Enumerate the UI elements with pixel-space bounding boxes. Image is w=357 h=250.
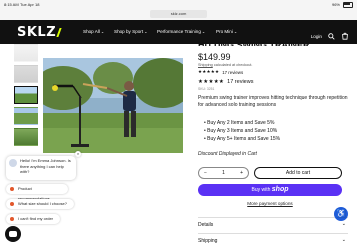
product-thumbnail[interactable] [14,128,38,146]
login-link[interactable]: Login [311,34,322,39]
chevron-down-icon: ⌄ [341,237,346,243]
accessibility-icon[interactable]: ♿ [334,207,348,221]
shipping-note: Shipping calculated at checkout. [198,63,252,67]
browser-url-bar[interactable]: sklz.com [0,9,357,20]
cart-icon[interactable] [341,27,349,45]
product-thumbnail[interactable] [14,65,38,83]
battery-level: 96% [331,2,340,8]
product-description: Premium swing trainer improves hitting t… [198,95,348,108]
shipping-suffix: calculated at checkout. [213,63,253,67]
discount-item: Buy Any 5+ Items and Save 15% [204,135,280,143]
url-field[interactable]: sklz.com [150,10,207,18]
logo-text: SKLZ [17,25,57,40]
more-payment-options-link[interactable]: More payment options [198,201,342,206]
nav-shop-all[interactable]: Shop All⌄ [83,29,104,34]
rating-summary[interactable]: ★★★★★ 17 reviews [198,79,253,85]
nav-shop-all-label: Shop All [83,29,100,34]
battery-icon [343,2,353,8]
avatar [9,159,17,167]
chat-option[interactable]: What size should I choose? [6,199,74,209]
product-sku: SKU: 3251 [198,87,215,91]
add-to-cart-button[interactable]: Add to cart [254,167,342,179]
product-price: $149.99 [198,52,231,62]
chat-greeting-text: Hello! I'm Emma Johnson. Is there anythi… [20,158,71,174]
nav-performance-training-label: Performance Training [157,29,201,34]
option-dot-icon [10,202,14,206]
chevron-down-icon: ⌄ [341,221,346,227]
chevron-down-icon: ⌄ [100,29,105,34]
chevron-down-icon: ⌄ [233,29,238,34]
buy-with-label: Buy with [251,187,271,193]
buy-with-shop-button[interactable]: Buy with shop [198,184,342,196]
quantity-stepper[interactable]: − 1 + [198,167,249,179]
product-photo [43,58,183,153]
status-time: 8:15 AM [4,2,19,7]
chat-greeting: Hello! I'm Emma Johnson. Is there anythi… [6,156,76,180]
product-main-image[interactable] [43,58,183,153]
logo-mark-icon [56,28,69,37]
nav-shop-by-sport[interactable]: Shop by Sport⌄ [114,29,147,34]
shipping-link[interactable]: Shipping [198,63,213,67]
search-icon[interactable] [328,27,335,45]
shop-pay-logo: shop [271,186,289,193]
discount-item: Buy Any 3 Items and Save 10% [204,127,280,135]
discount-item: Buy Any 2 Items and Save 5% [204,119,280,127]
qty-value[interactable]: 1 [222,170,225,176]
chat-option[interactable]: Product recommendations [6,184,68,201]
rating-count: 17 reviews [227,79,254,85]
status-bar: 8:15 AM Tue Apr 18 96% [0,0,357,9]
nav-performance-training[interactable]: Performance Training⌄ [157,29,205,34]
nav-shop-by-sport-label: Shop by Sport [114,29,144,34]
option-dot-icon [10,217,14,221]
chevron-down-icon: ⌄ [144,29,148,34]
status-right: 96% [332,2,353,8]
discount-list: Buy Any 2 Items and Save 5% Buy Any 3 It… [204,119,280,143]
product-thumbnail-selected[interactable] [14,86,38,104]
rating-stars-icon: ★★★★★ [198,69,220,74]
qty-minus-button[interactable]: − [204,170,207,176]
rating-stars-icon: ★★★★★ [198,79,225,85]
nav-pro-mini-label: Pro Mini [216,29,233,34]
accordion-details-label: Details [198,222,214,228]
qty-plus-button[interactable]: + [240,170,243,176]
thumbnail-gallery [12,44,40,149]
nav-pro-mini[interactable]: Pro Mini⌄ [216,29,237,34]
close-icon[interactable]: × [75,151,81,157]
chat-launcher-button[interactable] [5,226,21,242]
sklz-logo[interactable]: SKLZ [17,25,69,40]
product-title: HITTING SWING TRAINER [198,40,310,46]
status-date: Tue Apr 18 [20,2,40,7]
product-thumbnail[interactable] [14,44,38,62]
chat-option-label: What size should I choose? [18,201,67,206]
chat-option-label: I can't find my order [18,216,53,221]
accordion-shipping[interactable]: Shipping ⌄ [198,233,348,248]
chat-option[interactable]: I can't find my order [6,214,60,224]
option-dot-icon [10,187,14,191]
accordion-details[interactable]: Details ⌄ [198,217,348,232]
rating-count-small: 17 reviews [222,69,244,75]
chevron-down-icon: ⌄ [201,29,206,34]
rating-summary-small[interactable]: ★★★★★ 17 reviews [198,69,243,75]
accordion-shipping-label: Shipping [198,238,218,244]
product-thumbnail[interactable] [14,107,38,125]
header-actions: Login [311,27,349,45]
discount-note: Discount Displayed in Cart [198,151,257,157]
